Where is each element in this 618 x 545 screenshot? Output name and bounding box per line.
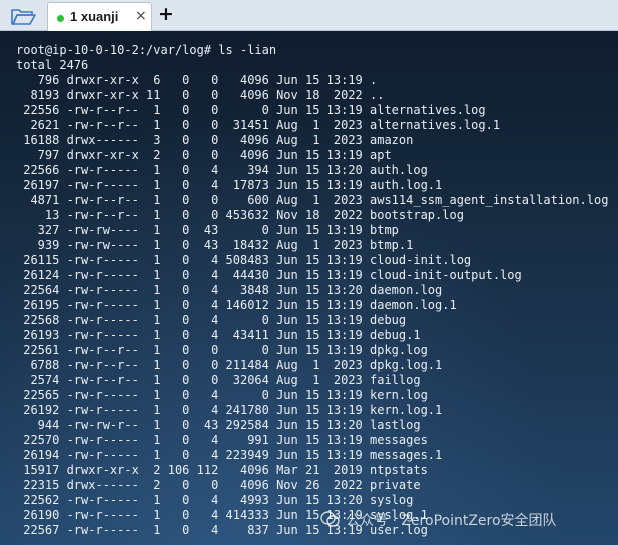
terminal-line: 13 -rw-r--r-- 1 0 0 453632 Nov 18 2022 b… [16,208,464,222]
terminal-line: 22315 drwx------ 2 0 0 4096 Nov 26 2022 … [16,478,421,492]
terminal-command-line: root@ip-10-0-10-2:/var/log# ls -lian [16,43,277,57]
terminal-line: 22566 -rw-r----- 1 0 4 394 Jun 15 13:20 … [16,163,428,177]
folder-open-icon[interactable] [10,6,36,26]
terminal-text: root@ip-10-0-10-2:/var/log# ls -lian tota… [16,43,608,538]
terminal-line: 26194 -rw-r----- 1 0 4 223949 Jun 15 13:… [16,448,443,462]
close-icon[interactable]: × [135,8,147,24]
terminal-line: 16188 drwx------ 3 0 0 4096 Aug 1 2023 a… [16,133,414,147]
terminal-line: 22568 -rw-r----- 1 0 4 0 Jun 15 13:19 de… [16,313,407,327]
terminal-line: total 2476 [16,58,89,72]
terminal-line: 2621 -rw-r--r-- 1 0 0 31451 Aug 1 2023 a… [16,118,501,132]
terminal-line: 22570 -rw-r----- 1 0 4 991 Jun 15 13:19 … [16,433,428,447]
terminal-line: 6788 -rw-r--r-- 1 0 0 211484 Aug 1 2023 … [16,358,443,372]
terminal-line: 26192 -rw-r----- 1 0 4 241780 Jun 15 13:… [16,403,443,417]
terminal-line: 22562 -rw-r----- 1 0 4 4993 Jun 15 13:20… [16,493,414,507]
terminal-line: 797 drwxr-xr-x 2 0 0 4096 Jun 15 13:19 a… [16,148,392,162]
connected-status-dot [57,15,64,22]
terminal-line: 327 -rw-rw---- 1 0 43 0 Jun 15 13:19 btm… [16,223,399,237]
terminal-line: 2574 -rw-r--r-- 1 0 0 32064 Aug 1 2023 f… [16,373,421,387]
terminal-line: 22565 -rw-r----- 1 0 4 0 Jun 15 13:19 ke… [16,388,428,402]
session-tab[interactable]: 1 xuanji × [47,2,152,31]
terminal-line: 26195 -rw-r----- 1 0 4 146012 Jun 15 13:… [16,298,457,312]
terminal-line: 26115 -rw-r----- 1 0 4 508483 Jun 15 13:… [16,253,472,267]
terminal-line: 796 drwxr-xr-x 6 0 0 4096 Jun 15 13:19 . [16,73,378,87]
session-tab-label: 1 xuanji [70,9,119,24]
terminal-line: 26197 -rw-r----- 1 0 4 17873 Jun 15 13:1… [16,178,443,192]
terminal-line: 26193 -rw-r----- 1 0 4 43411 Jun 15 13:1… [16,328,421,342]
terminal-line: 15917 drwxr-xr-x 2 106 112 4096 Mar 21 2… [16,463,428,477]
terminal-line: 22556 -rw-r--r-- 1 0 0 0 Jun 15 13:19 al… [16,103,486,117]
terminal-line: 939 -rw-rw---- 1 0 43 18432 Aug 1 2023 b… [16,238,414,252]
terminal-line: 4871 -rw-r--r-- 1 0 0 600 Aug 1 2023 aws… [16,193,609,207]
watermark-text: 公众号 · ZeroPointZero安全团队 [346,513,557,529]
terminal-line: 22564 -rw-r----- 1 0 4 3848 Jun 15 13:20… [16,283,443,297]
terminal-line: 22561 -rw-r--r-- 1 0 0 0 Jun 15 13:19 dp… [16,343,428,357]
watermark: 公众号 · ZeroPointZero安全团队 [320,510,557,531]
terminal-line: 944 -rw-rw-r-- 1 0 43 292584 Jun 15 13:2… [16,418,421,432]
terminal-line: 8193 drwxr-xr-x 11 0 0 4096 Nov 18 2022 … [16,88,385,102]
terminal-line: 26124 -rw-r----- 1 0 4 44430 Jun 15 13:1… [16,268,522,282]
tab-bar: 1 xuanji × + [0,0,618,31]
terminal-output-area[interactable]: root@ip-10-0-10-2:/var/log# ls -lian tota… [0,31,618,545]
wechat-icon [320,511,340,531]
add-tab-button[interactable]: + [158,3,174,25]
